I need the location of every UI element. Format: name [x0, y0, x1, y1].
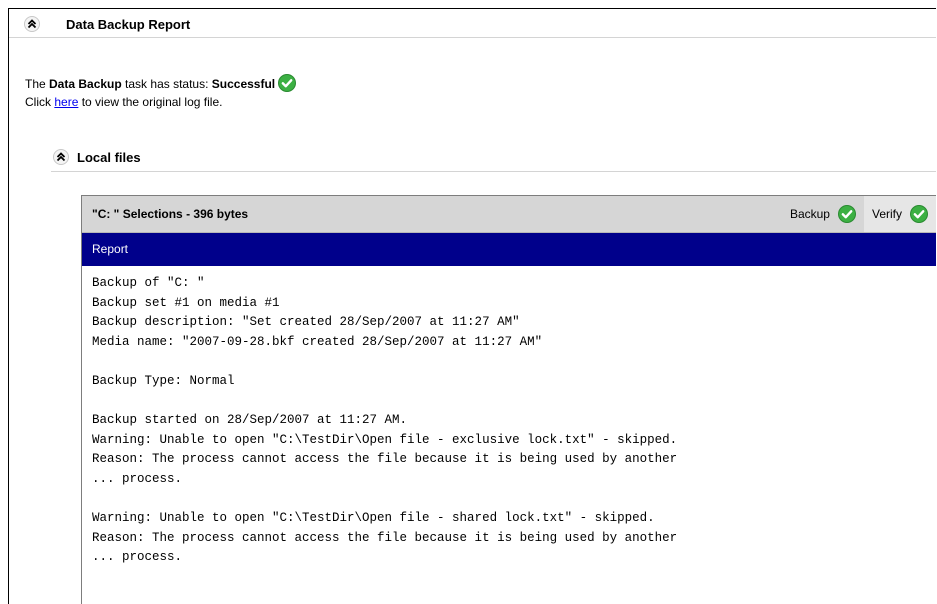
log-line: Backup set #1 on media #1: [92, 295, 280, 310]
selection-bar: "C: " Selections - 396 bytes Backup Veri…: [82, 196, 936, 233]
backup-status: Backup: [790, 196, 864, 232]
log-file-link[interactable]: here: [54, 95, 78, 109]
report-bar: Report: [82, 233, 936, 266]
report-window: Data Backup Report The Data Backup task …: [8, 8, 936, 604]
verify-status: Verify: [863, 196, 936, 232]
success-check-icon: [278, 74, 297, 92]
double-chevron-up-icon[interactable]: [24, 16, 40, 32]
report-header: Data Backup Report: [9, 9, 936, 38]
selection-panel: "C: " Selections - 396 bytes Backup Veri…: [81, 195, 936, 604]
task-status-line: The Data Backup task has status: Success…: [25, 74, 297, 92]
status-value: Successful: [211, 77, 276, 91]
log-line: Reason: The process cannot access the fi…: [92, 530, 678, 545]
backup-check-icon: [837, 205, 856, 223]
log-line: Media name: "2007-09-28.bkf created 28/S…: [92, 334, 543, 349]
backup-label: Backup: [789, 207, 830, 221]
log-line: Warning: Unable to open "C:\TestDir\Open…: [92, 511, 655, 526]
status-middle: task has status:: [121, 77, 212, 91]
log-link-after: to view the original log file.: [78, 95, 223, 109]
log-line: Backup Type: Normal: [92, 373, 235, 388]
report-bar-title: Report: [92, 242, 129, 256]
local-files-header: Local files: [51, 143, 936, 172]
verify-label: Verify: [871, 207, 902, 221]
task-name: Data Backup: [49, 77, 122, 91]
selection-title: "C: " Selections - 396 bytes: [92, 207, 249, 221]
selection-status: Backup Verify: [790, 196, 936, 232]
log-link-line: Click here to view the original log file…: [25, 95, 222, 109]
log-line: ... process.: [92, 471, 183, 486]
backup-log: Backup of "C: " Backup set #1 on media #1…: [82, 266, 936, 576]
log-line: Reason: The process cannot access the fi…: [92, 452, 678, 467]
double-chevron-up-icon[interactable]: [53, 149, 69, 165]
log-line: ... process.: [92, 550, 183, 565]
status-prefix: The: [25, 77, 50, 91]
verify-check-icon: [910, 205, 928, 223]
log-line: Backup of "C: ": [92, 276, 205, 290]
log-line: Backup description: "Set created 28/Sep/…: [92, 315, 520, 330]
local-files-title: Local files: [77, 150, 141, 165]
log-line: Warning: Unable to open "C:\TestDir\Open…: [92, 432, 678, 447]
log-link-before: Click: [25, 95, 55, 109]
report-title: Data Backup Report: [66, 17, 191, 32]
log-line: Backup started on 28/Sep/2007 at 11:27 A…: [92, 413, 408, 428]
